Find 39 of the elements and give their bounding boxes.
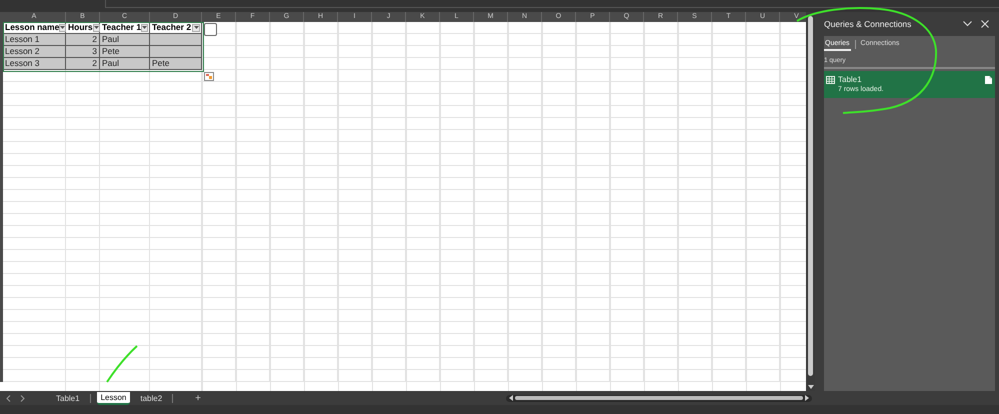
table-cell: Paul <box>100 58 150 70</box>
pane-title: Queries & Connections <box>824 19 912 29</box>
table-header: Teacher 2 <box>152 22 192 33</box>
selected-cell[interactable] <box>204 23 217 36</box>
scroll-right-icon[interactable] <box>805 395 809 401</box>
scrollbar-thumb[interactable] <box>808 16 813 376</box>
table-cell: Pete <box>150 58 202 70</box>
sheet-tab[interactable]: Table1 <box>52 392 84 404</box>
table-cell: 3 <box>66 46 100 58</box>
table-cell: Lesson 1 <box>3 34 66 46</box>
table-cell: Pete <box>100 46 150 58</box>
sheet-tab[interactable]: Lesson <box>96 392 130 404</box>
table-cell: 2 <box>66 58 100 70</box>
add-sheet-button[interactable]: + <box>179 392 202 404</box>
horizontal-scrollbar[interactable] <box>506 394 812 402</box>
chevron-down-icon[interactable] <box>963 21 972 27</box>
document-icon[interactable] <box>985 76 992 84</box>
table-header: Teacher 1 <box>102 22 142 33</box>
table-header: Hours <box>68 22 93 33</box>
table-cell <box>150 46 202 58</box>
table-cell: Lesson 2 <box>3 46 66 58</box>
next-sheet-icon[interactable] <box>20 394 25 402</box>
sheet-tab[interactable]: table2 <box>136 392 166 404</box>
scroll-left-icon[interactable] <box>509 395 513 401</box>
table-header: Lesson name <box>5 22 60 33</box>
annotation-stroke <box>106 345 138 383</box>
table-icon <box>826 76 835 84</box>
table-cell: 2 <box>66 34 100 46</box>
table-cell: Paul <box>100 34 150 46</box>
filter-dropdown[interactable] <box>92 24 100 32</box>
filter-dropdown[interactable] <box>59 24 66 32</box>
filter-dropdown[interactable] <box>192 24 200 32</box>
quick-analysis-icon[interactable] <box>204 72 214 81</box>
filter-dropdown[interactable] <box>141 24 148 32</box>
table-cell: Lesson 3 <box>3 58 66 70</box>
query-name: Table1 <box>838 75 863 84</box>
scroll-down-icon[interactable] <box>808 385 814 389</box>
close-icon[interactable] <box>981 20 989 28</box>
previous-sheet-icon[interactable] <box>6 394 11 402</box>
